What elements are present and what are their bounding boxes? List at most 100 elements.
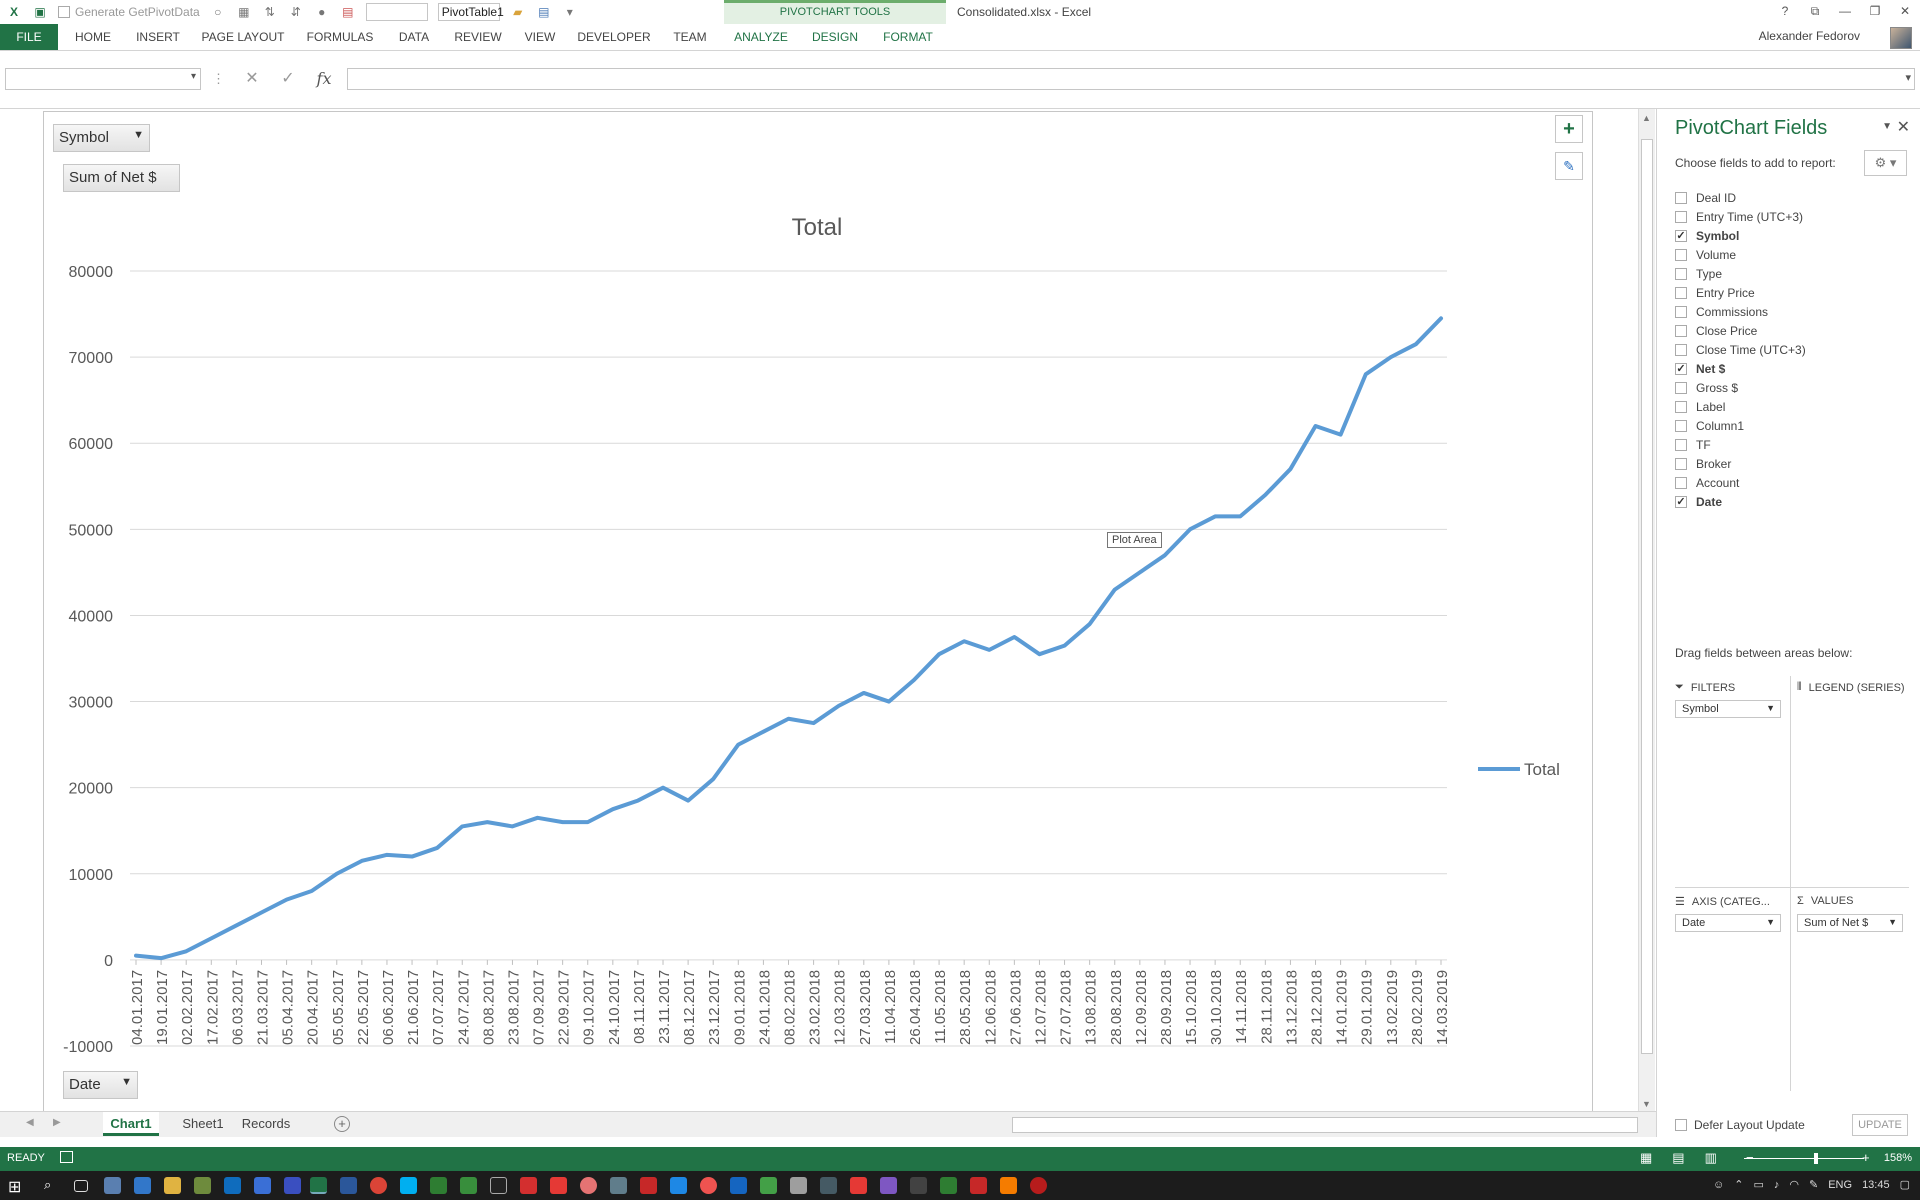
- next-sheet-icon[interactable]: ▶: [53, 1117, 61, 1128]
- app-icon[interactable]: [640, 1177, 657, 1194]
- field-type[interactable]: Type: [1675, 264, 1905, 283]
- axis-area-date[interactable]: Date ▼: [1675, 914, 1781, 932]
- field-checkbox[interactable]: [1675, 495, 1687, 508]
- dropdown-arrow-icon[interactable]: ▼: [1888, 917, 1897, 927]
- expand-formula-icon[interactable]: ▾: [1905, 71, 1911, 84]
- field-checkbox[interactable]: [1675, 267, 1687, 280]
- close-icon[interactable]: ✕: [1897, 117, 1910, 137]
- field-tf[interactable]: TF: [1675, 435, 1905, 454]
- app-icon[interactable]: [490, 1177, 507, 1194]
- insert-function-button[interactable]: fx: [310, 68, 338, 90]
- app-icon[interactable]: [820, 1177, 837, 1194]
- sheet-tab-sheet1[interactable]: Sheet1: [175, 1112, 231, 1136]
- add-sheet-button[interactable]: +: [334, 1116, 350, 1132]
- sort-descending-icon[interactable]: ⇵: [288, 4, 304, 20]
- app-icon[interactable]: [850, 1177, 867, 1194]
- tab-review[interactable]: REVIEW: [452, 24, 504, 50]
- field-checkbox[interactable]: [1675, 324, 1687, 337]
- field-close-price[interactable]: Close Price: [1675, 321, 1905, 340]
- network-icon[interactable]: ▭: [1753, 1178, 1763, 1191]
- restore-icon[interactable]: ❐: [1860, 0, 1890, 24]
- defer-checkbox[interactable]: [1675, 1119, 1687, 1131]
- skype-icon[interactable]: [400, 1177, 417, 1194]
- values-area-sum[interactable]: Sum of Net $ ▼: [1797, 914, 1903, 932]
- field-label[interactable]: Label: [1675, 397, 1905, 416]
- date-axis-button[interactable]: Date ▼: [63, 1071, 138, 1099]
- sum-of-net-button[interactable]: Sum of Net $: [63, 164, 180, 192]
- calculator-icon[interactable]: [790, 1177, 807, 1194]
- generate-getpivotdata-toggle[interactable]: Generate GetPivotData: [58, 5, 200, 19]
- chart-elements-button[interactable]: +: [1555, 115, 1583, 143]
- wifi-icon[interactable]: ◠: [1789, 1178, 1799, 1191]
- vertical-scrollbar[interactable]: ▲ ▼: [1638, 109, 1655, 1113]
- confirm-entry-icon[interactable]: ✓: [274, 68, 302, 90]
- field-symbol[interactable]: Symbol: [1675, 226, 1905, 245]
- app-icon[interactable]: [520, 1177, 537, 1194]
- field-broker[interactable]: Broker: [1675, 454, 1905, 473]
- tab-format[interactable]: FORMAT: [878, 24, 938, 50]
- outlook-icon[interactable]: [224, 1177, 241, 1194]
- sheet-tab-chart1[interactable]: Chart1: [103, 1112, 159, 1136]
- field-date[interactable]: Date: [1675, 492, 1905, 511]
- vlc-icon[interactable]: [1000, 1177, 1017, 1194]
- clock[interactable]: 13:45: [1862, 1179, 1890, 1191]
- pivot-name-box[interactable]: PivotTable1: [437, 3, 504, 21]
- gear-icon[interactable]: ⚙ ▾: [1864, 150, 1907, 176]
- macro-record-icon[interactable]: [60, 1151, 73, 1163]
- search-icon[interactable]: ⌕: [44, 1177, 61, 1194]
- people-icon[interactable]: ☺: [1713, 1179, 1724, 1191]
- zoom-in-icon[interactable]: +: [1862, 1150, 1870, 1165]
- formula-input[interactable]: ▾: [347, 68, 1915, 90]
- user-name[interactable]: Alexander Fedorov: [1759, 29, 1860, 43]
- tab-home[interactable]: HOME: [70, 24, 116, 50]
- tab-team[interactable]: TEAM: [668, 24, 712, 50]
- field-entry-price[interactable]: Entry Price: [1675, 283, 1905, 302]
- tab-developer[interactable]: DEVELOPER: [576, 24, 652, 50]
- app-icon[interactable]: [254, 1177, 271, 1194]
- scroll-thumb[interactable]: [1641, 139, 1653, 1054]
- app-icon[interactable]: [1030, 1177, 1047, 1194]
- chevron-down-icon[interactable]: ▾: [191, 71, 196, 82]
- app-icon[interactable]: [430, 1177, 447, 1194]
- file-explorer-icon[interactable]: [164, 1177, 181, 1194]
- qat-empty-box[interactable]: [365, 3, 428, 21]
- app-icon[interactable]: [284, 1177, 301, 1194]
- field-deal-id[interactable]: Deal ID: [1675, 188, 1905, 207]
- sort-ascending-icon[interactable]: ⇅: [262, 4, 278, 20]
- chart-styles-button[interactable]: ✎: [1555, 152, 1583, 180]
- scroll-down-icon[interactable]: ▼: [1642, 1099, 1651, 1109]
- field-volume[interactable]: Volume: [1675, 245, 1905, 264]
- defer-layout-update[interactable]: Defer Layout Update: [1675, 1118, 1805, 1132]
- field-entry-time-utc-3[interactable]: Entry Time (UTC+3): [1675, 207, 1905, 226]
- avatar[interactable]: [1890, 27, 1912, 49]
- circle-icon[interactable]: ○: [210, 4, 226, 20]
- app-icon[interactable]: [700, 1177, 717, 1194]
- field-checkbox[interactable]: [1675, 362, 1687, 375]
- tab-page-layout[interactable]: PAGE LAYOUT: [200, 24, 286, 50]
- filters-area-symbol[interactable]: Symbol ▼: [1675, 700, 1781, 718]
- app-icon[interactable]: [760, 1177, 777, 1194]
- page-layout-view-icon[interactable]: ▤: [1672, 1150, 1684, 1166]
- field-gross[interactable]: Gross $: [1675, 378, 1905, 397]
- chevron-up-icon[interactable]: ⌃: [1734, 1178, 1743, 1191]
- refresh-icon[interactable]: ▤: [536, 4, 552, 20]
- field-account[interactable]: Account: [1675, 473, 1905, 492]
- help-icon[interactable]: ?: [1770, 0, 1800, 24]
- edge-icon[interactable]: [134, 1177, 151, 1194]
- pane-options-icon[interactable]: ▼: [1882, 121, 1892, 132]
- update-button[interactable]: UPDATE: [1852, 1114, 1908, 1136]
- app-icon[interactable]: [970, 1177, 987, 1194]
- task-view-icon[interactable]: [74, 1180, 88, 1192]
- normal-view-icon[interactable]: ▦: [1640, 1150, 1652, 1166]
- pen-icon[interactable]: ✎: [1809, 1178, 1818, 1191]
- minimize-icon[interactable]: —: [1830, 0, 1860, 24]
- app-icon[interactable]: [670, 1177, 687, 1194]
- dropdown-arrow-icon[interactable]: ▼: [1766, 703, 1775, 713]
- field-close-time-utc-3[interactable]: Close Time (UTC+3): [1675, 340, 1905, 359]
- tab-formulas[interactable]: FORMULAS: [304, 24, 376, 50]
- app-icon[interactable]: [460, 1177, 477, 1194]
- field-checkbox[interactable]: [1675, 305, 1687, 318]
- tab-view[interactable]: VIEW: [522, 24, 558, 50]
- insert-chart-icon[interactable]: ▤: [340, 4, 356, 20]
- tab-design[interactable]: DESIGN: [808, 24, 862, 50]
